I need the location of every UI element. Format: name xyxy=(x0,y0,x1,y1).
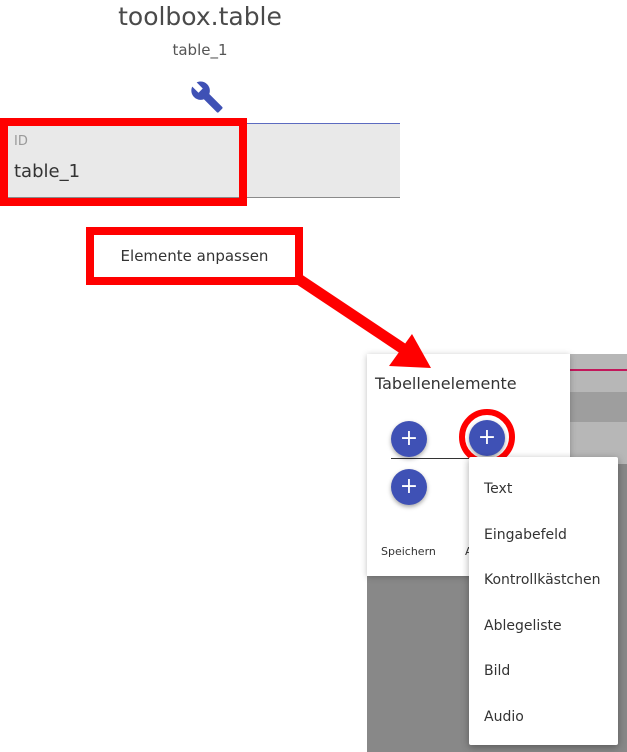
background-table-row xyxy=(570,392,627,422)
menu-item-checkbox[interactable]: Kontrollkästchen xyxy=(469,557,618,603)
grid-divider-horizontal xyxy=(391,458,472,459)
add-row-button[interactable]: + xyxy=(391,421,427,457)
menu-item-drop-list[interactable]: Ablegeliste xyxy=(469,603,618,649)
save-button[interactable]: Speichern xyxy=(381,545,436,558)
menu-item-input-field[interactable]: Eingabefeld xyxy=(469,512,618,558)
menu-item-text[interactable]: Text xyxy=(469,466,618,512)
add-column-button[interactable]: + xyxy=(391,469,427,505)
page-subtitle: table_1 xyxy=(172,41,228,59)
page-title: toolbox.table xyxy=(118,2,282,31)
highlight-box-customize-button xyxy=(86,227,303,285)
menu-item-audio[interactable]: Audio xyxy=(469,694,618,740)
menu-item-image[interactable]: Bild xyxy=(469,648,618,694)
plus-icon: + xyxy=(399,474,419,499)
background-header-line xyxy=(570,369,627,371)
wrench-icon[interactable] xyxy=(190,80,224,114)
element-type-menu: Text Eingabefeld Kontrollkästchen Ablege… xyxy=(469,457,618,745)
dialog-title: Tabellenelemente xyxy=(375,374,517,393)
highlight-box-id-field xyxy=(0,118,247,206)
plus-icon: + xyxy=(399,426,419,451)
arrow-shaft xyxy=(294,274,411,356)
